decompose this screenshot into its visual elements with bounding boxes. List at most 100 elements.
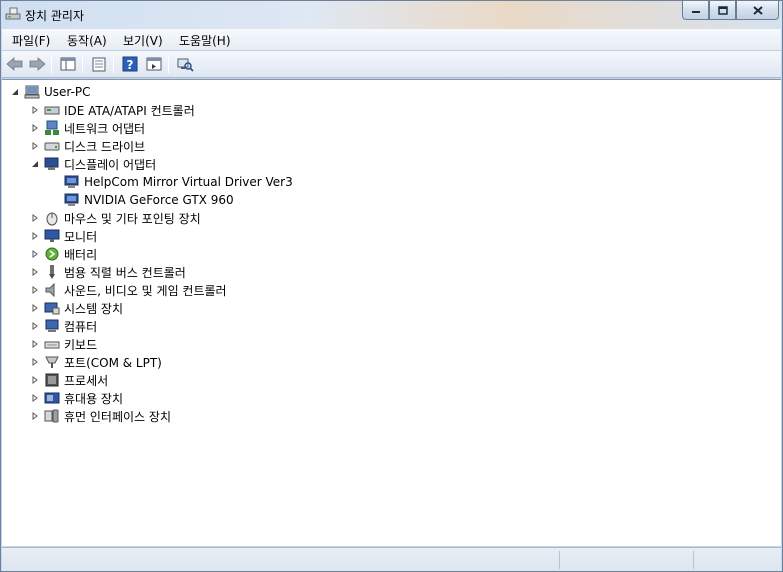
device-item[interactable]: NVIDIA GeForce GTX 960	[50, 191, 234, 209]
minimize-button[interactable]	[682, 1, 709, 20]
device-category-12[interactable]: 포트(COM & LPT)	[30, 353, 162, 371]
display-device-icon	[64, 175, 79, 188]
device-item[interactable]: HelpCom Mirror Virtual Driver Ver3	[50, 173, 293, 191]
expand-arrow-icon[interactable]	[30, 249, 40, 259]
device-category-label: 마우스 및 기타 포인팅 장치	[64, 211, 201, 226]
device-category-7[interactable]: 범용 직렬 버스 컨트롤러	[30, 263, 186, 281]
device-category-1[interactable]: 네트워크 어댑터	[30, 119, 145, 137]
collapse-arrow-icon[interactable]	[30, 159, 40, 169]
expand-arrow-icon[interactable]	[30, 375, 40, 385]
action-pane-icon	[146, 57, 162, 71]
scan-hardware-icon	[177, 58, 194, 72]
expand-arrow-icon[interactable]	[30, 321, 40, 331]
menu-file[interactable]: 파일(F)	[10, 32, 52, 49]
maximize-button[interactable]	[709, 1, 736, 20]
minimize-icon	[691, 11, 700, 13]
help-button[interactable]: ?	[120, 55, 140, 73]
status-bar-section	[693, 551, 781, 569]
expand-arrow-icon[interactable]	[30, 231, 40, 241]
usb-controller-icon	[49, 265, 55, 279]
back-button[interactable]	[5, 55, 25, 73]
hid-icon	[44, 409, 59, 423]
computer-root-icon	[24, 85, 40, 99]
toolbar-separator	[51, 56, 52, 73]
device-category-label: 휴대용 장치	[64, 391, 124, 406]
menu-help[interactable]: 도움말(H)	[177, 32, 233, 49]
device-category-label: 배터리	[64, 247, 98, 262]
menu-action[interactable]: 동작(A)	[65, 32, 109, 49]
sound-icon	[45, 282, 55, 298]
device-category-label: 디스플레이 어댑터	[64, 157, 157, 172]
expand-arrow-icon[interactable]	[30, 411, 40, 421]
toolbar-separator	[168, 56, 169, 73]
menu-bar: 파일(F) 동작(A) 보기(V) 도움말(H)	[2, 29, 781, 51]
portable-device-icon	[44, 392, 60, 404]
expand-arrow-icon[interactable]	[30, 213, 40, 223]
device-category-label: 휴먼 인터페이스 장치	[64, 409, 171, 424]
properties-icon	[92, 57, 106, 71]
scan-hardware-button[interactable]	[175, 55, 195, 73]
device-category-label: 네트워크 어댑터	[64, 121, 146, 136]
window-controls	[682, 1, 779, 20]
device-category-14[interactable]: 휴대용 장치	[30, 389, 123, 407]
device-category-13[interactable]: 프로세서	[30, 371, 108, 389]
tree-root-label: User-PC	[44, 85, 91, 99]
device-category-6[interactable]: 배터리	[30, 245, 97, 263]
device-category-label: 포트(COM & LPT)	[64, 355, 162, 370]
expand-arrow-icon[interactable]	[30, 105, 40, 115]
computer-icon	[45, 319, 59, 332]
tree-root[interactable]: User-PC	[10, 83, 91, 101]
battery-icon	[45, 247, 59, 261]
ide-controller-icon	[44, 106, 60, 115]
expand-arrow-icon[interactable]	[30, 141, 40, 151]
device-category-label: 사운드, 비디오 및 게임 컨트롤러	[64, 283, 227, 298]
device-category-label: 컴퓨터	[64, 319, 98, 334]
toolbar: ?	[2, 51, 781, 78]
toolbar-separator	[113, 56, 114, 73]
status-bar	[2, 547, 781, 571]
device-manager-icon	[5, 7, 21, 20]
console-tree-icon	[60, 57, 76, 71]
expand-arrow-icon[interactable]	[30, 123, 40, 133]
expand-arrow-icon[interactable]	[30, 267, 40, 277]
expand-arrow-icon[interactable]	[30, 357, 40, 367]
toolbar-separator	[82, 56, 83, 73]
device-category-2[interactable]: 디스크 드라이브	[30, 137, 145, 155]
close-icon	[752, 5, 763, 15]
device-category-15[interactable]: 휴먼 인터페이스 장치	[30, 407, 171, 425]
device-category-9[interactable]: 시스템 장치	[30, 299, 123, 317]
device-category-11[interactable]: 키보드	[30, 335, 97, 353]
device-category-5[interactable]: 모니터	[30, 227, 97, 245]
title-bar[interactable]: 장치 관리자	[1, 1, 782, 29]
device-item-label: NVIDIA GeForce GTX 960	[84, 193, 234, 207]
expand-arrow-icon[interactable]	[30, 339, 40, 349]
properties-button[interactable]	[89, 55, 109, 73]
device-category-4[interactable]: 마우스 및 기타 포인팅 장치	[30, 209, 201, 227]
expand-arrow-icon[interactable]	[30, 285, 40, 295]
device-category-label: 디스크 드라이브	[64, 139, 146, 154]
collapse-arrow-icon[interactable]	[10, 87, 20, 97]
maximize-icon	[717, 5, 728, 15]
mouse-icon	[46, 212, 58, 226]
device-category-10[interactable]: 컴퓨터	[30, 317, 97, 335]
device-category-3[interactable]: 디스플레이 어댑터	[30, 155, 156, 173]
expand-arrow-icon[interactable]	[30, 303, 40, 313]
action-pane-button[interactable]	[144, 55, 164, 73]
menu-view[interactable]: 보기(V)	[121, 32, 165, 49]
help-icon: ?	[122, 56, 138, 72]
forward-button[interactable]	[27, 55, 47, 73]
keyboard-icon	[44, 341, 60, 349]
device-category-label: 모니터	[64, 229, 98, 244]
device-category-0[interactable]: IDE ATA/ATAPI 컨트롤러	[30, 101, 195, 119]
expand-arrow-icon[interactable]	[30, 393, 40, 403]
close-button[interactable]	[736, 1, 779, 20]
processor-icon	[45, 373, 59, 387]
device-category-label: 범용 직렬 버스 컨트롤러	[64, 265, 186, 280]
device-item-label: HelpCom Mirror Virtual Driver Ver3	[84, 175, 293, 189]
device-category-8[interactable]: 사운드, 비디오 및 게임 컨트롤러	[30, 281, 227, 299]
window-title: 장치 관리자	[25, 9, 85, 23]
show-hide-console-tree-button[interactable]	[58, 55, 78, 73]
status-bar-section	[559, 551, 693, 569]
